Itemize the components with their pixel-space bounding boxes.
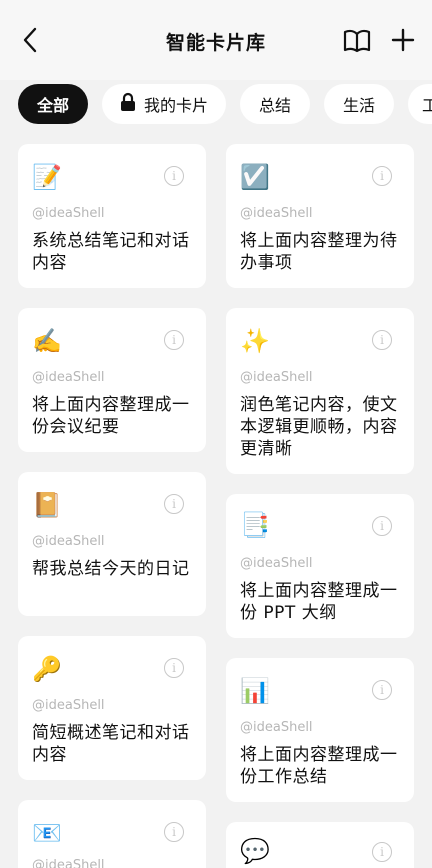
card-text: 系统总结笔记和对话内容 bbox=[32, 231, 190, 273]
tab-label: 全部 bbox=[36, 96, 69, 115]
prompt-card[interactable]: 💬 i bbox=[226, 822, 414, 868]
prompt-card[interactable]: 📊 i @ideaShell 将上面内容整理成一份工作总结 bbox=[226, 658, 414, 802]
prompt-card[interactable]: 📔 i @ideaShell 帮我总结今天的日记 bbox=[18, 472, 206, 616]
tab-life[interactable]: 生活 bbox=[324, 84, 394, 124]
sparkles-icon: ✨ bbox=[240, 327, 270, 355]
card-author: @ideaShell bbox=[240, 206, 313, 221]
prompt-card[interactable]: 📧 i @ideaShell bbox=[18, 800, 206, 868]
app-header: 智能卡片库 bbox=[0, 0, 432, 80]
tab-my-cards[interactable]: 我的卡片 bbox=[102, 84, 226, 124]
tab-label: 总结 bbox=[258, 96, 291, 115]
notebook-icon: 📔 bbox=[32, 491, 62, 519]
tab-label: 工 bbox=[422, 96, 432, 115]
card-author: @ideaShell bbox=[32, 534, 105, 549]
card-text: 将上面内容整理成一份 PPT 大纲 bbox=[240, 581, 398, 623]
card-text: 润色笔记内容，使文本逻辑更顺畅，内容更清晰 bbox=[240, 395, 398, 459]
checkbox-icon: ☑️ bbox=[240, 163, 270, 191]
info-icon[interactable]: i bbox=[372, 166, 392, 186]
email-icon: 📧 bbox=[32, 819, 62, 847]
prompt-card[interactable]: ☑️ i @ideaShell 将上面内容整理为待办事项 bbox=[226, 144, 414, 288]
card-text: 将上面内容整理成一份会议纪要 bbox=[32, 395, 190, 437]
prompt-card[interactable]: 📑 i @ideaShell 将上面内容整理成一份 PPT 大纲 bbox=[226, 494, 414, 638]
card-text: 帮我总结今天的日记 bbox=[32, 559, 190, 579]
memo-icon: 📝 bbox=[32, 163, 62, 191]
card-text: 将上面内容整理为待办事项 bbox=[240, 231, 398, 273]
prompt-card[interactable]: ✨ i @ideaShell 润色笔记内容，使文本逻辑更顺畅，内容更清晰 bbox=[226, 308, 414, 474]
card-author: @ideaShell bbox=[32, 698, 105, 713]
info-icon[interactable]: i bbox=[164, 822, 184, 842]
prompt-card[interactable]: 📝 i @ideaShell 系统总结笔记和对话内容 bbox=[18, 144, 206, 288]
document-icon: 📑 bbox=[240, 511, 270, 539]
card-author: @ideaShell bbox=[240, 556, 313, 571]
bar-chart-icon: 📊 bbox=[240, 677, 270, 705]
card-author: @ideaShell bbox=[32, 206, 105, 221]
category-tabs: 全部 我的卡片 总结 生活 工 bbox=[0, 80, 432, 128]
info-icon[interactable]: i bbox=[164, 330, 184, 350]
lock-icon bbox=[120, 92, 136, 116]
info-icon[interactable]: i bbox=[164, 166, 184, 186]
card-author: @ideaShell bbox=[240, 370, 313, 385]
card-author: @ideaShell bbox=[32, 370, 105, 385]
tab-all[interactable]: 全部 bbox=[18, 84, 88, 124]
add-card-button[interactable] bbox=[390, 26, 416, 54]
tab-work[interactable]: 工 bbox=[408, 84, 432, 124]
speech-bubble-icon: 💬 bbox=[240, 837, 270, 865]
card-text: 简短概述笔记和对话内容 bbox=[32, 723, 190, 765]
info-icon[interactable]: i bbox=[372, 842, 392, 862]
prompt-card[interactable]: ✍️ i @ideaShell 将上面内容整理成一份会议纪要 bbox=[18, 308, 206, 452]
card-author: @ideaShell bbox=[32, 858, 105, 868]
plus-icon bbox=[391, 28, 415, 52]
info-icon[interactable]: i bbox=[164, 494, 184, 514]
book-open-icon bbox=[343, 29, 371, 53]
key-icon: 🔑 bbox=[32, 655, 62, 683]
info-icon[interactable]: i bbox=[372, 330, 392, 350]
prompt-card[interactable]: 🔑 i @ideaShell 简短概述笔记和对话内容 bbox=[18, 636, 206, 780]
tab-summary[interactable]: 总结 bbox=[240, 84, 310, 124]
card-text: 将上面内容整理成一份工作总结 bbox=[240, 745, 398, 787]
card-author: @ideaShell bbox=[240, 720, 313, 735]
tab-label: 生活 bbox=[342, 96, 375, 115]
library-button[interactable] bbox=[342, 28, 372, 54]
info-icon[interactable]: i bbox=[372, 516, 392, 536]
info-icon[interactable]: i bbox=[164, 658, 184, 678]
tab-label: 我的卡片 bbox=[143, 96, 208, 115]
writing-hand-icon: ✍️ bbox=[32, 327, 62, 355]
info-icon[interactable]: i bbox=[372, 680, 392, 700]
